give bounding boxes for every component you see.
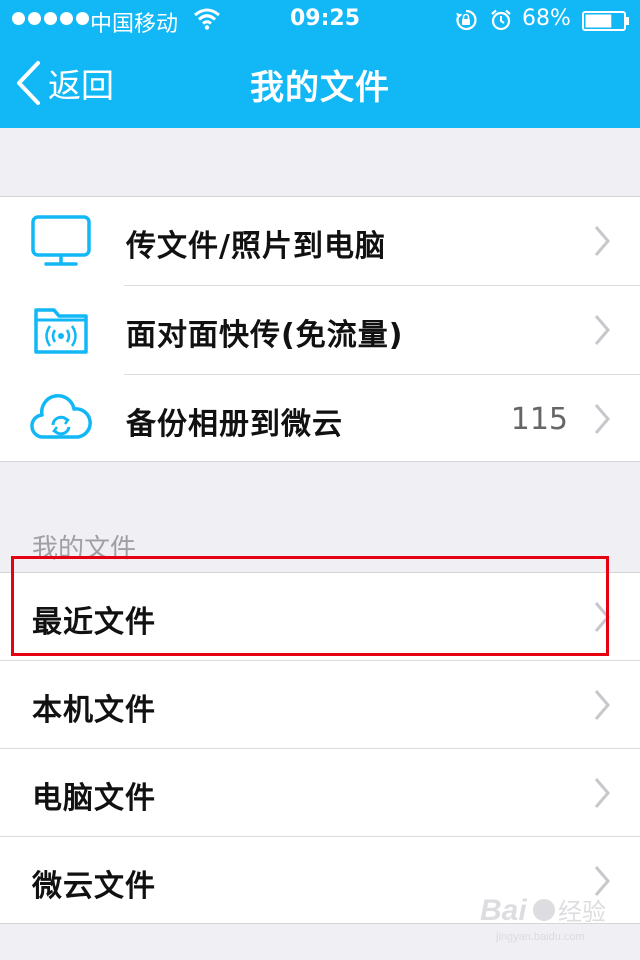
list-item-pc-files[interactable]: 电脑文件 bbox=[0, 749, 640, 837]
svg-text:Bai: Bai bbox=[480, 894, 527, 927]
svg-text:经验: 经验 bbox=[558, 898, 606, 926]
list-item-label: 微云文件 bbox=[32, 869, 156, 904]
cloud-sync-icon bbox=[30, 393, 92, 439]
watermark-logo: Bai 经验 jingyan.baidu.com bbox=[480, 894, 606, 943]
wireless-folder-icon bbox=[34, 308, 88, 354]
page-title: 我的文件 bbox=[250, 68, 390, 108]
list-item-face-to-face[interactable]: 面对面快传(免流量) bbox=[0, 286, 640, 374]
list-item-backup-album[interactable]: 备份相册到微云 115 bbox=[0, 375, 640, 463]
list-item-label: 面对面快传(免流量) bbox=[126, 318, 404, 353]
highlight-box bbox=[11, 556, 609, 656]
svg-text:jingyan.baidu.com: jingyan.baidu.com bbox=[495, 931, 585, 943]
chevron-right-icon bbox=[594, 690, 610, 720]
list-item-label: 电脑文件 bbox=[32, 781, 156, 816]
battery-percent: 68% bbox=[522, 6, 571, 31]
monitor-icon bbox=[31, 215, 91, 266]
status-bar: 中国移动 09:25 68% bbox=[0, 0, 640, 40]
chevron-right-icon bbox=[594, 404, 610, 434]
clock: 09:25 bbox=[290, 6, 361, 31]
transfer-list: 传文件/照片到电脑 面对面快传(免流量) 备份相册到微云 115 bbox=[0, 196, 640, 462]
chevron-right-icon bbox=[594, 778, 610, 808]
top-bar: 中国移动 09:25 68% 返回 我的文件 bbox=[0, 0, 640, 128]
battery-icon bbox=[582, 11, 629, 31]
badge-count: 115 bbox=[510, 402, 568, 437]
list-item-label: 传文件/照片到电脑 bbox=[126, 229, 386, 264]
list-item-send-to-pc[interactable]: 传文件/照片到电脑 bbox=[0, 197, 640, 285]
list-item-label: 备份相册到微云 bbox=[126, 407, 343, 442]
rotation-lock-icon bbox=[456, 9, 477, 31]
chevron-right-icon bbox=[594, 315, 610, 345]
list-item-local-files[interactable]: 本机文件 bbox=[0, 661, 640, 749]
list-item-label: 本机文件 bbox=[32, 693, 156, 728]
chevron-right-icon bbox=[594, 226, 610, 256]
wifi-icon bbox=[194, 8, 220, 30]
alarm-icon bbox=[491, 9, 511, 31]
signal-dots-icon bbox=[12, 12, 89, 25]
carrier-name: 中国移动 bbox=[90, 12, 179, 37]
